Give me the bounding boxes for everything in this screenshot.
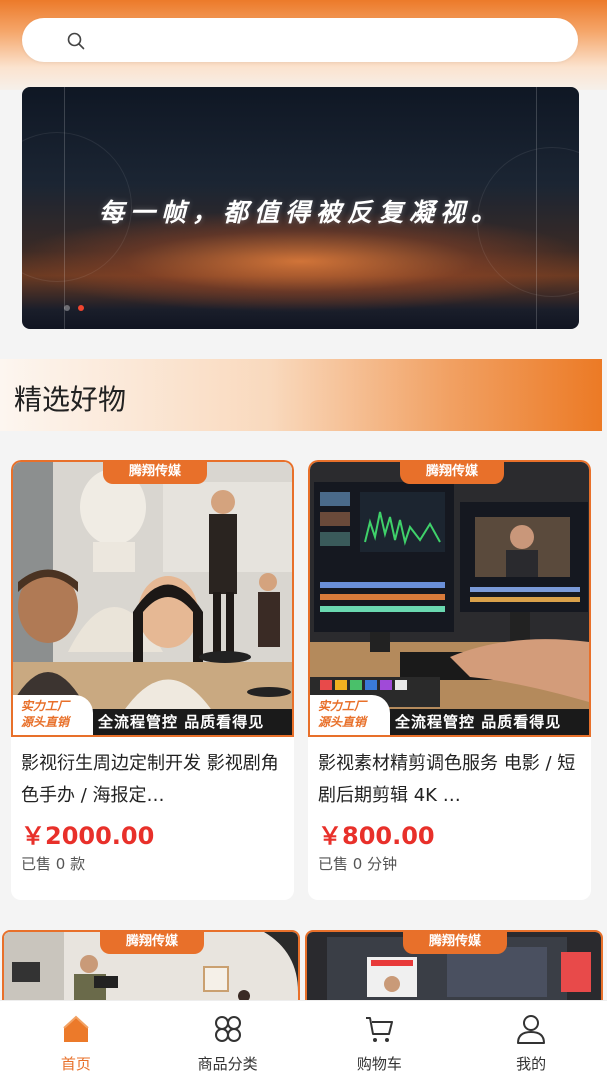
section-header: 精选好物	[0, 359, 602, 431]
tab-home[interactable]: 首页	[0, 1001, 152, 1080]
home-icon	[63, 1015, 89, 1042]
tab-label: 商品分类	[197, 1055, 258, 1073]
tab-label: 购物车	[356, 1055, 402, 1073]
factory-tag-line: 源头直销	[21, 715, 70, 729]
product-image: 腾翔传媒 全流程管控 品质看得见 实力工厂 源头直销	[11, 460, 294, 737]
product-sold-count: 已售 0 款	[21, 855, 86, 873]
promo-banner[interactable]: 每一帧，都值得被反复凝视。	[22, 87, 579, 329]
product-price: ￥2000.00	[21, 822, 155, 850]
user-icon	[517, 1015, 546, 1044]
product-card[interactable]: 腾翔传媒	[305, 930, 603, 1010]
product-title[interactable]: 影视衍生周边定制开发 影视剧角色手办 / 海报定…	[21, 748, 283, 812]
brand-tag: 腾翔传媒	[103, 462, 207, 484]
banner-headline: 每一帧，都值得被反复凝视。	[98, 198, 502, 227]
search-bar[interactable]	[22, 18, 578, 62]
tab-categories[interactable]: 商品分类	[152, 1001, 304, 1080]
product-sold-count: 已售 0 分钟	[318, 855, 398, 873]
product-card[interactable]: 腾翔传媒 全流程管控 品质看得见 实力工厂 源头直销 影视衍生周边定制开发 影视…	[11, 460, 294, 900]
bottom-tab-bar: 首页 商品分类 购物车 我的	[0, 1000, 607, 1080]
section-title: 精选好物	[14, 383, 127, 416]
search-input[interactable]	[94, 26, 564, 54]
product-price: ￥800.00	[318, 822, 435, 850]
factory-tag-line: 实力工厂	[21, 699, 70, 713]
carousel-dot-active[interactable]	[78, 305, 84, 311]
factory-tag-line: 实力工厂	[318, 699, 367, 713]
carousel-dot[interactable]	[64, 305, 70, 311]
factory-tag: 实力工厂 源头直销	[310, 695, 390, 735]
factory-tag: 实力工厂 源头直销	[13, 695, 93, 735]
brand-tag: 腾翔传媒	[400, 462, 504, 484]
brand-tag: 腾翔传媒	[403, 932, 507, 954]
cart-icon	[366, 1017, 394, 1042]
tab-label: 首页	[60, 1055, 91, 1073]
factory-tag-line: 源头直销	[318, 715, 367, 729]
product-title[interactable]: 影视素材精剪调色服务 电影 / 短剧后期剪辑 4K …	[318, 748, 580, 812]
search-icon	[67, 32, 85, 50]
tab-label: 我的	[516, 1055, 547, 1073]
carousel-indicator	[64, 305, 84, 311]
product-card[interactable]: 腾翔传媒	[2, 930, 300, 1010]
product-card[interactable]: 腾翔传媒 全流程管控 品质看得见 实力工厂 源头直销 影视素材精剪调色服务 电影…	[308, 460, 591, 900]
brand-tag: 腾翔传媒	[100, 932, 204, 954]
product-image: 腾翔传媒 全流程管控 品质看得见 实力工厂 源头直销	[308, 460, 591, 737]
tab-cart[interactable]: 购物车	[304, 1001, 456, 1080]
tab-profile[interactable]: 我的	[455, 1001, 607, 1080]
category-grid-icon	[214, 1016, 241, 1042]
